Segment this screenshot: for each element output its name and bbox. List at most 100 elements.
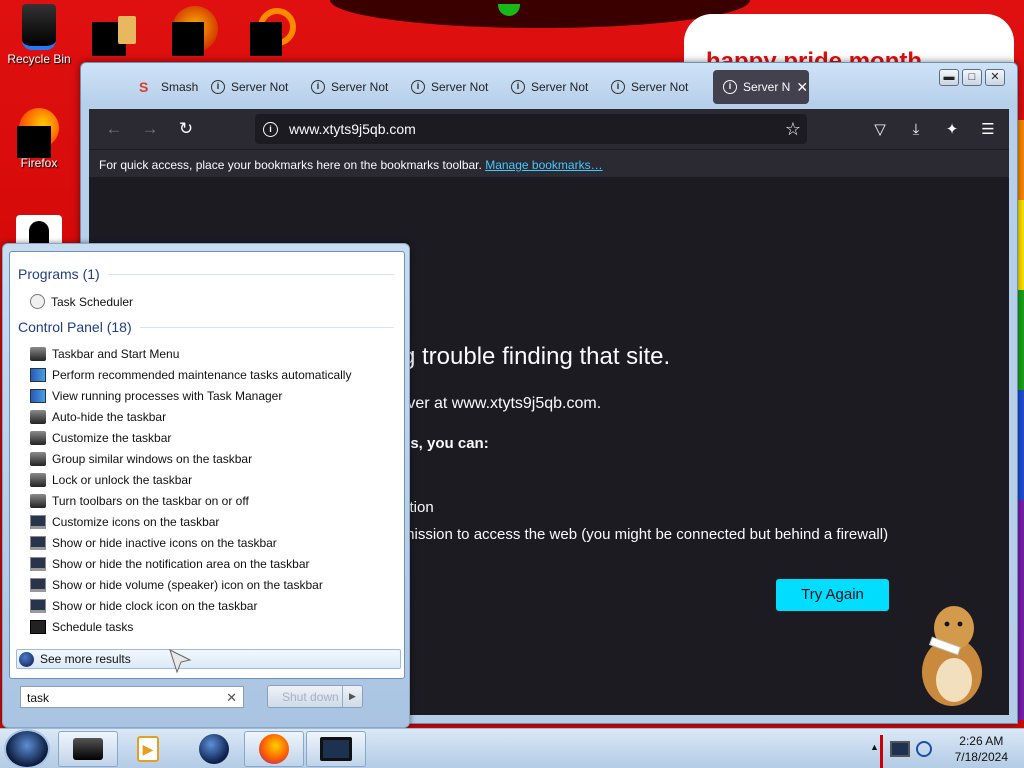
forward-button[interactable]: → — [135, 114, 165, 144]
result-label: Show or hide volume (speaker) icon on th… — [52, 578, 323, 592]
minimize-button[interactable]: ▬ — [939, 69, 959, 86]
tab-label: Server N — [743, 80, 791, 94]
show-hidden-icons-arrow-icon[interactable]: ▲ — [870, 742, 879, 752]
action-center-flag-icon — [30, 368, 46, 382]
navigation-toolbar: ← → ↻ i www.xtyts9j5qb.com ☆ ▽ ⤓ ✦ ☰ — [89, 109, 1009, 149]
result-item[interactable]: Schedule tasks — [30, 620, 133, 634]
bookmark-star-icon[interactable]: ☆ — [785, 119, 801, 140]
see-more-results-link[interactable]: See more results — [16, 649, 401, 669]
result-label: Task Scheduler — [51, 294, 134, 309]
result-item[interactable]: Show or hide the notification area on th… — [30, 557, 310, 571]
site-info-icon[interactable]: i — [263, 121, 278, 137]
taskbar-app-control-panel[interactable] — [306, 731, 366, 767]
folder-icon — [118, 16, 136, 44]
tab-server-not-found[interactable]: i Server Not — [601, 70, 699, 104]
hamster-sticker — [922, 606, 982, 706]
category-title[interactable]: Programs (1) — [18, 266, 100, 282]
result-item[interactable]: Show or hide inactive icons on the taskb… — [30, 536, 277, 550]
result-item-task-scheduler[interactable]: Task Scheduler — [30, 294, 133, 309]
bookmarks-toolbar: For quick access, place your bookmarks h… — [89, 149, 1009, 177]
desktop-icon-label: Firefox — [20, 156, 58, 170]
result-item[interactable]: Turn toolbars on the taskbar on or off — [30, 494, 249, 508]
result-item[interactable]: Auto-hide the taskbar — [30, 410, 166, 424]
taskbar-app-media-player[interactable]: ▶ — [118, 731, 178, 767]
menu-hamburger-icon[interactable]: ☰ — [973, 114, 1003, 144]
close-window-button[interactable]: ✕ — [985, 69, 1005, 86]
result-item[interactable]: Lock or unlock the taskbar — [30, 473, 192, 487]
tray-divider — [880, 735, 883, 768]
clock-time: 2:26 AM — [959, 734, 1004, 748]
clock-date: 7/18/2024 — [954, 750, 1008, 764]
category-title[interactable]: Control Panel (18) — [18, 319, 132, 335]
shutdown-label: Shut down — [282, 689, 339, 704]
system-tray: ▲ 2:26 AM 7/18/2024 — [860, 729, 1024, 768]
clear-search-icon[interactable]: ✕ — [226, 690, 237, 706]
url-bar[interactable]: i www.xtyts9j5qb.com ☆ — [255, 114, 807, 144]
result-item[interactable]: Perform recommended maintenance tasks au… — [30, 368, 351, 382]
taskbar-app-globe[interactable] — [184, 731, 244, 767]
result-label: Show or hide inactive icons on the taskb… — [52, 536, 277, 550]
tab-server-not-found[interactable]: i Server Not — [401, 70, 499, 104]
tab-label: Server Not — [531, 80, 589, 94]
desktop-icon-redacted[interactable] — [250, 22, 282, 56]
result-item[interactable]: View running processes with Task Manager — [30, 389, 282, 403]
reload-button[interactable]: ↻ — [171, 114, 201, 144]
tab-label: Server Not — [631, 80, 689, 94]
result-item[interactable]: Customize icons on the taskbar — [30, 515, 219, 529]
shutdown-button[interactable]: Shut down ▶ — [267, 685, 363, 708]
try-again-button[interactable]: Try Again — [776, 579, 889, 611]
extensions-icon[interactable]: ✦ — [937, 114, 967, 144]
desktop-icon-recycle-bin[interactable]: Recycle Bin — [3, 4, 75, 66]
volume-icon[interactable] — [916, 741, 932, 757]
result-item[interactable]: Group similar windows on the taskbar — [30, 452, 252, 466]
result-item[interactable]: Taskbar and Start Menu — [30, 347, 179, 361]
smash-icon: S — [139, 79, 149, 95]
tab-label: Server Not — [431, 80, 489, 94]
tab-smash[interactable]: S Smash — [91, 70, 199, 104]
notification-icon — [30, 557, 46, 571]
desktop-icon-partial[interactable] — [16, 215, 62, 245]
toolbar-right-buttons: ▽ ⤓ ✦ ☰ — [865, 114, 1003, 144]
maximize-button[interactable]: □ — [962, 69, 982, 86]
result-label: Customize icons on the taskbar — [52, 515, 220, 529]
tab-server-not-found[interactable]: i Server Not — [301, 70, 399, 104]
taskbar-app-icon — [73, 738, 103, 760]
search-orb-icon — [19, 651, 34, 667]
tab-label: Server Not — [231, 80, 289, 94]
info-icon: i — [411, 80, 425, 94]
result-label: Show or hide clock icon on the taskbar — [52, 599, 258, 613]
network-icon[interactable] — [890, 741, 910, 757]
info-icon: i — [311, 80, 325, 94]
taskbar-app-taskbar-properties[interactable] — [58, 731, 118, 767]
shutdown-options-arrow-icon[interactable]: ▶ — [342, 686, 362, 707]
result-item[interactable]: Show or hide clock icon on the taskbar — [30, 599, 257, 613]
start-search-input[interactable]: task ✕ — [20, 686, 244, 708]
firefox-icon — [259, 734, 289, 764]
tab-server-not-found-active[interactable]: i Server N ✕ — [713, 70, 809, 104]
tab-server-not-found[interactable]: i Server Not — [201, 70, 299, 104]
start-button[interactable] — [4, 729, 50, 768]
info-icon: i — [511, 80, 525, 94]
search-value: task — [27, 691, 50, 705]
manage-bookmarks-link[interactable]: Manage bookmarks… — [485, 158, 602, 172]
clock[interactable]: 2:26 AM 7/18/2024 — [955, 733, 1008, 765]
desktop-icon-redacted[interactable] — [172, 22, 204, 56]
divider — [139, 326, 394, 328]
close-tab-icon[interactable]: ✕ — [796, 79, 808, 96]
window-controls: ▬ □ ✕ — [939, 69, 1005, 86]
info-icon: i — [211, 80, 225, 94]
tab-server-not-found[interactable]: i Server Not — [501, 70, 599, 104]
taskbar-app-firefox[interactable] — [244, 731, 304, 767]
info-icon: i — [723, 80, 737, 94]
result-label: Group similar windows on the taskbar — [52, 452, 253, 466]
monitor-icon — [320, 737, 352, 761]
taskbar-icon — [30, 494, 46, 508]
downloads-icon[interactable]: ⤓ — [901, 114, 931, 144]
result-item[interactable]: Customize the taskbar — [30, 431, 171, 445]
result-item[interactable]: Show or hide volume (speaker) icon on th… — [30, 578, 323, 592]
desktop-icon-firefox[interactable]: Firefox — [3, 108, 75, 170]
globe-icon — [199, 734, 229, 764]
back-button[interactable]: ← — [99, 114, 129, 144]
pocket-icon[interactable]: ▽ — [865, 114, 895, 144]
wallpaper-top-shape — [330, 0, 750, 28]
